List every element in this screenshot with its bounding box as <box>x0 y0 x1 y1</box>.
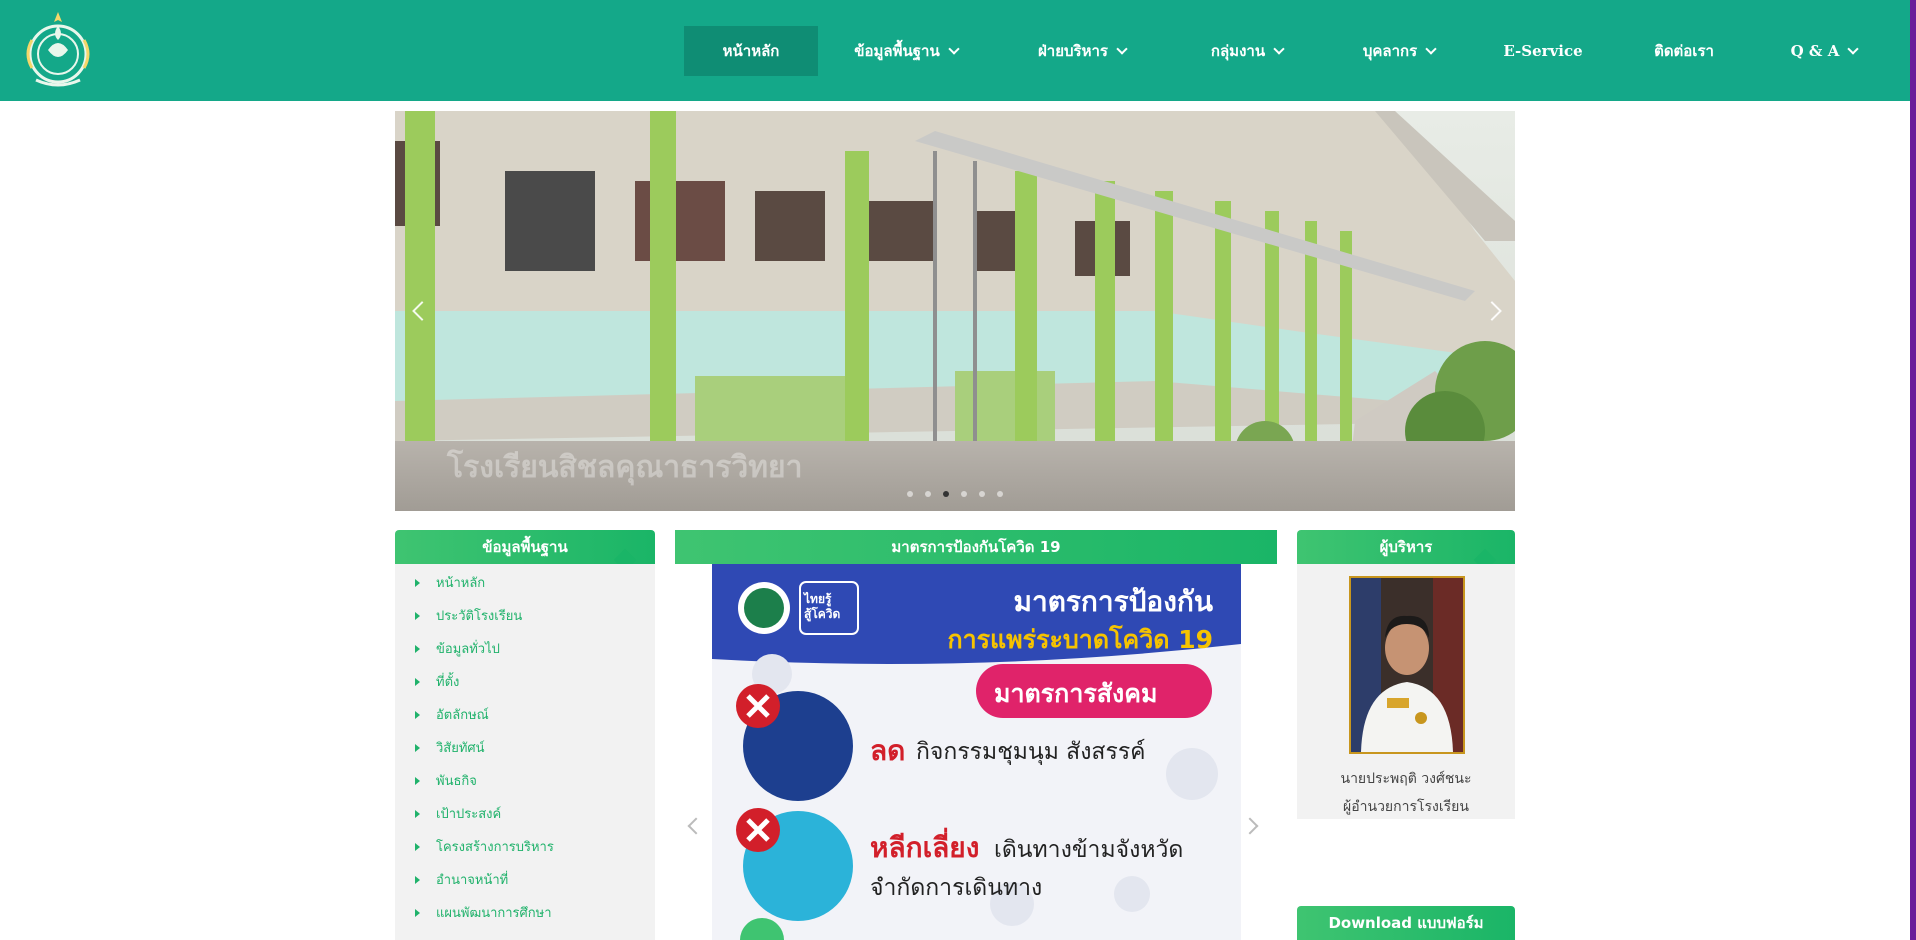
chevron-down-icon <box>1273 42 1285 55</box>
chevron-down-icon <box>948 42 960 55</box>
poster-pill: มาตรการสังคม <box>994 679 1158 708</box>
chevron-down-icon <box>1847 42 1860 55</box>
nav-item-label: ฝ่ายบริหาร <box>1038 42 1108 60</box>
sidebar-link[interactable]: ข้อมูลทั่วไป <box>415 638 500 659</box>
poster-row1-highlight: ลด <box>870 734 906 767</box>
sidebar-link-label: ที่ตั้ง <box>436 675 460 690</box>
slider-dot[interactable] <box>907 491 913 497</box>
poster-row2-text-2: จำกัดการเดินทาง <box>870 875 1043 901</box>
sidebar-link[interactable]: แผนพัฒนาการศึกษา <box>415 902 552 923</box>
panel-title: ข้อมูลพื้นฐาน <box>482 538 568 556</box>
caret-right-icon <box>415 677 420 686</box>
slider-dot[interactable] <box>925 491 931 497</box>
caret-right-icon <box>415 743 420 752</box>
nav-item-5[interactable]: E-Service <box>1474 26 1612 76</box>
nav-item-label: Q & A <box>1790 42 1840 60</box>
poster-row2-highlight: หลีกเลี่ยง <box>870 831 980 864</box>
nav-item-label: ติดต่อเรา <box>1654 42 1714 60</box>
sidebar-link[interactable]: โครงสร้างการบริหาร <box>415 836 554 857</box>
sidebar-link[interactable]: อัตลักษณ์ <box>415 704 489 725</box>
sidebar-link[interactable]: พันธกิจ <box>415 770 477 791</box>
director-name: นายประพฤติ วงศ์ชนะ <box>1340 771 1472 787</box>
caret-right-icon <box>415 908 420 917</box>
sidebar-link[interactable]: วิสัยทัศน์ <box>415 737 485 758</box>
nav-item-label: ข้อมูลพื้นฐาน <box>854 42 940 60</box>
sidebar-link-label: ข้อมูลทั่วไป <box>436 642 500 657</box>
nav-item-label: บุคลากร <box>1362 42 1418 60</box>
covid-panel-header: มาตรการป้องกันโควิด 19 <box>675 530 1277 564</box>
nav-item-0[interactable]: หน้าหลัก <box>684 26 818 76</box>
chevron-down-icon <box>1425 42 1437 55</box>
nav-item-label: หน้าหลัก <box>722 42 780 60</box>
slider-dot[interactable] <box>943 491 949 497</box>
sidebar-link[interactable]: เป้าประสงค์ <box>415 803 501 824</box>
sidebar-link-label: อัตลักษณ์ <box>436 708 489 723</box>
school-emblem-icon[interactable] <box>22 10 94 90</box>
sidebar-link-label: แผนพัฒนาการศึกษา <box>436 906 552 921</box>
poster-row2-text: เดินทางข้ามจังหวัด <box>994 837 1184 863</box>
nav-item-2[interactable]: ฝ่ายบริหาร <box>994 26 1170 76</box>
panel-title: Download แบบฟอร์ม <box>1328 914 1484 932</box>
panel-title: มาตรการป้องกันโควิด 19 <box>891 538 1061 556</box>
panel-title: ผู้บริหาร <box>1379 538 1433 556</box>
caret-right-icon <box>415 842 420 851</box>
hero-caption: โรงเรียนสิชลคุณาธารวิทยา <box>447 450 803 485</box>
top-navbar: หน้าหลัก ข้อมูลพื้นฐาน ฝ่ายบริหาร กลุ่มงาน บ… <box>0 0 1910 101</box>
nav-item-7[interactable]: Q & A <box>1756 26 1892 76</box>
sidebar-link-label: เป้าประสงค์ <box>436 807 502 822</box>
poster-row1-text: กิจกรรมชุมนุม สังสรรค์ <box>916 739 1146 765</box>
caret-right-icon <box>415 875 420 884</box>
sidebar-link[interactable]: ที่ตั้ง <box>415 671 459 692</box>
sidebar-link[interactable]: อำนาจหน้าที่ <box>415 869 508 890</box>
sidebar-link-label: หน้าหลัก <box>436 576 486 591</box>
slider-dot[interactable] <box>961 491 967 497</box>
caret-right-icon <box>415 809 420 818</box>
poster-badge: ไทยรู้ สู้โควิด <box>804 592 841 621</box>
nav-item-1[interactable]: ข้อมูลพื้นฐาน <box>818 26 994 76</box>
caret-right-icon <box>415 710 420 719</box>
chevron-down-icon <box>1116 42 1128 55</box>
caret-right-icon <box>415 776 420 785</box>
slider-dots <box>907 491 1003 497</box>
download-forms-header[interactable]: Download แบบฟอร์ม <box>1297 906 1515 940</box>
caret-right-icon <box>415 644 420 653</box>
sidebar-link[interactable]: หน้าหลัก <box>415 572 485 593</box>
poster-next-arrow-icon[interactable] <box>1241 817 1264 840</box>
nav-item-label: E-Service <box>1503 42 1583 60</box>
nav-item-label: กลุ่มงาน <box>1210 42 1266 60</box>
covid-poster[interactable]: ไทยรู้ สู้โควิด มาตรการป้องกัน การแพร่ระ… <box>712 564 1241 940</box>
slider-dot[interactable] <box>997 491 1003 497</box>
basic-info-menu: หน้าหลักประวัติโรงเรียนข้อมูลทั่วไปที่ตั… <box>395 564 655 940</box>
page-scrollbar[interactable] <box>1910 0 1916 940</box>
slider-next-arrow-icon[interactable] <box>1477 291 1507 331</box>
slider-dot[interactable] <box>979 491 985 497</box>
sidebar-link-label: พันธกิจ <box>436 774 477 789</box>
poster-headline-1: มาตรการป้องกัน <box>1013 585 1213 618</box>
sidebar-link-label: โครงสร้างการบริหาร <box>436 840 554 855</box>
caret-right-icon <box>415 611 420 620</box>
hero-slider[interactable]: โรงเรียนสิชลคุณาธารวิทยา <box>395 111 1515 511</box>
admin-card: นายประพฤติ วงศ์ชนะ ผู้อำนวยการโรงเรียน <box>1297 564 1515 819</box>
poster-prev-arrow-icon[interactable] <box>687 817 710 840</box>
sidebar-link-label: วิสัยทัศน์ <box>436 741 485 756</box>
sidebar-link-label: ประวัติโรงเรียน <box>436 609 523 624</box>
nav-item-4[interactable]: บุคลากร <box>1324 26 1474 76</box>
sidebar-link-label: อำนาจหน้าที่ <box>436 873 509 888</box>
caret-right-icon <box>415 578 420 587</box>
slider-prev-arrow-icon[interactable] <box>407 291 437 331</box>
nav-item-6[interactable]: ติดต่อเรา <box>1612 26 1756 76</box>
sidebar-link[interactable]: ประวัติโรงเรียน <box>415 605 522 626</box>
director-position: ผู้อำนวยการโรงเรียน <box>1343 799 1469 815</box>
director-portrait[interactable] <box>1349 576 1465 754</box>
poster-headline-2: การแพร่ระบาดโควิด 19 <box>947 625 1213 654</box>
nav-item-3[interactable]: กลุ่มงาน <box>1170 26 1324 76</box>
